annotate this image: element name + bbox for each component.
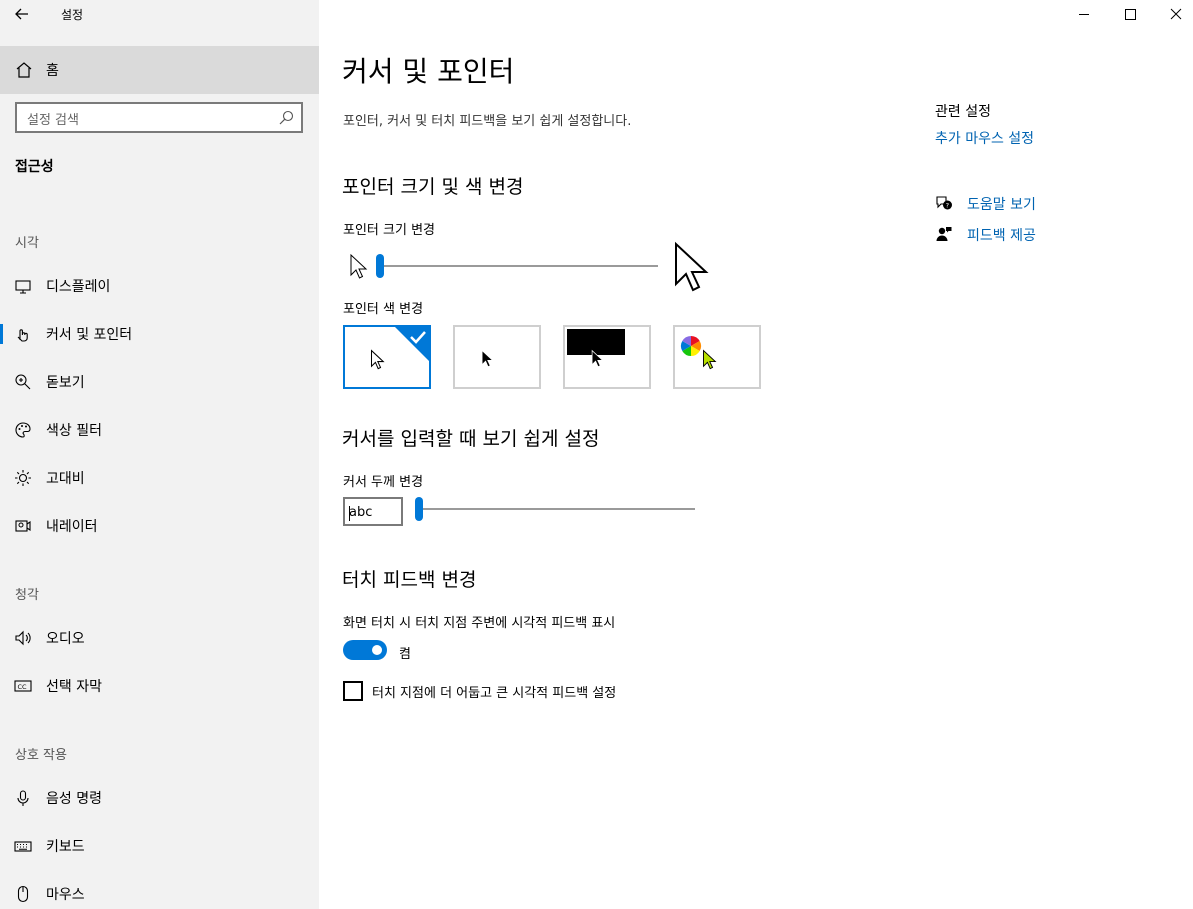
slider-thumb[interactable] [415, 497, 423, 521]
group-interaction: 상호 작용 [15, 748, 67, 763]
pointer-hand-icon [17, 329, 28, 342]
pointer-color-inverted[interactable] [563, 325, 651, 389]
narrator-icon [15, 520, 31, 532]
cursor-section-heading: 커서를 입력할 때 보기 쉽게 설정 [342, 428, 600, 450]
sidebar-item-label: 색상 필터 [46, 423, 102, 439]
sidebar-item-magnifier[interactable]: 돋보기 [0, 362, 319, 402]
cc-icon: CC [14, 680, 32, 692]
large-pointer-icon [675, 241, 709, 292]
sidebar-item-speech[interactable]: 음성 명령 [0, 778, 319, 818]
inverted-pointer-icon [591, 349, 604, 368]
sidebar-item-label: 돋보기 [46, 375, 85, 391]
sidebar-item-label: 마우스 [46, 887, 85, 903]
svg-text:CC: CC [18, 683, 28, 691]
sidebar-item-label: 내레이터 [46, 519, 98, 535]
additional-mouse-settings-link[interactable]: 추가 마우스 설정 [935, 128, 1034, 148]
slider-track [419, 508, 695, 510]
sidebar-home-label: 홈 [46, 63, 59, 79]
sidebar-item-display[interactable]: 디스플레이 [0, 266, 319, 306]
sidebar-item-mouse[interactable]: 마우스 [0, 874, 319, 909]
sidebar-item-keyboard[interactable]: 키보드 [0, 826, 319, 866]
close-button[interactable] [1147, 0, 1193, 30]
sidebar: 설정 홈 설정 검색 접근성 시각 디스플레이 커서 및 포인터 돋보기 색상 … [0, 0, 319, 909]
darker-feedback-checkbox[interactable] [343, 681, 363, 701]
sidebar-item-cursor-pointer[interactable]: 커서 및 포인터 [0, 314, 319, 354]
touch-feedback-label: 화면 터치 시 터치 지점 주변에 시각적 피드백 표시 [343, 616, 616, 631]
slider-thumb[interactable] [376, 254, 384, 278]
sidebar-item-label: 디스플레이 [46, 279, 111, 295]
cursor-thickness-slider[interactable] [415, 496, 697, 524]
page-title: 커서 및 포인터 [342, 55, 515, 88]
sidebar-item-color-filter[interactable]: 색상 필터 [0, 410, 319, 450]
sidebar-item-high-contrast[interactable]: 고대비 [0, 458, 319, 498]
black-pointer-icon [481, 349, 494, 368]
color-wheel-icon [680, 335, 702, 357]
sidebar-item-captions[interactable]: CC 선택 자막 [0, 666, 319, 706]
custom-pointer-icon [703, 349, 717, 370]
sidebar-item-label: 선택 자막 [46, 679, 102, 695]
pointer-color-black[interactable] [453, 325, 541, 389]
pointer-color-white[interactable] [343, 325, 431, 389]
minimize-icon [1079, 14, 1089, 15]
speaker-icon [15, 630, 31, 646]
back-arrow-icon [15, 8, 28, 20]
feedback-icon [936, 227, 952, 241]
search-icon [279, 110, 294, 125]
selected-check-icon [395, 327, 429, 361]
darker-feedback-label: 터치 지점에 더 어둡고 큰 시각적 피드백 설정 [372, 686, 617, 701]
search-placeholder: 설정 검색 [27, 113, 79, 128]
cursor-thickness-label: 커서 두께 변경 [343, 475, 424, 490]
toggle-knob [372, 645, 382, 655]
cursor-preview-text: abc [349, 505, 373, 520]
pointer-color-label: 포인터 색 변경 [343, 302, 424, 317]
text-caret [349, 506, 350, 521]
search-input[interactable]: 설정 검색 [15, 102, 303, 133]
magnifier-icon [15, 374, 31, 390]
sidebar-item-narrator[interactable]: 내레이터 [0, 506, 319, 546]
minimize-button[interactable] [1061, 0, 1107, 30]
white-pointer-icon [370, 349, 385, 370]
sidebar-item-label: 고대비 [46, 471, 85, 487]
mouse-icon [17, 885, 29, 903]
small-pointer-icon [350, 253, 368, 279]
help-link[interactable]: 도움말 보기 [967, 194, 1036, 214]
page-description: 포인터, 커서 및 터치 피드백을 보기 쉽게 설정합니다. [343, 114, 632, 129]
sidebar-item-audio[interactable]: 오디오 [0, 618, 319, 658]
svg-text:?: ? [946, 202, 949, 210]
sidebar-item-label: 오디오 [46, 631, 85, 647]
palette-icon [15, 422, 31, 438]
sun-icon [15, 470, 31, 486]
slider-track [380, 265, 658, 267]
keyboard-icon [14, 841, 32, 852]
feedback-link[interactable]: 피드백 제공 [967, 225, 1036, 245]
microphone-icon [17, 790, 29, 806]
sidebar-home[interactable]: 홈 [0, 46, 319, 94]
sidebar-item-label: 커서 및 포인터 [46, 327, 133, 343]
close-icon [1170, 8, 1182, 20]
toggle-state-label: 켬 [399, 647, 411, 662]
related-settings-heading: 관련 설정 [935, 104, 991, 120]
window-title: 설정 [61, 8, 84, 22]
pointer-size-label: 포인터 크기 변경 [343, 223, 435, 238]
help-icon: ? [936, 196, 952, 210]
sidebar-item-label: 키보드 [46, 839, 85, 855]
pointer-color-custom[interactable] [673, 325, 761, 389]
cursor-preview: abc [343, 497, 403, 526]
back-button[interactable] [10, 2, 34, 26]
active-indicator [0, 324, 3, 344]
group-hearing: 청각 [15, 588, 39, 603]
monitor-icon [15, 280, 31, 294]
sidebar-item-label: 음성 명령 [46, 791, 102, 807]
pointer-size-slider[interactable] [376, 252, 658, 280]
touch-section-heading: 터치 피드백 변경 [342, 569, 477, 591]
group-vision: 시각 [15, 236, 39, 251]
pointer-section-heading: 포인터 크기 및 색 변경 [342, 176, 524, 198]
touch-feedback-toggle[interactable] [343, 640, 387, 660]
home-icon [16, 62, 32, 78]
section-title: 접근성 [15, 159, 54, 175]
